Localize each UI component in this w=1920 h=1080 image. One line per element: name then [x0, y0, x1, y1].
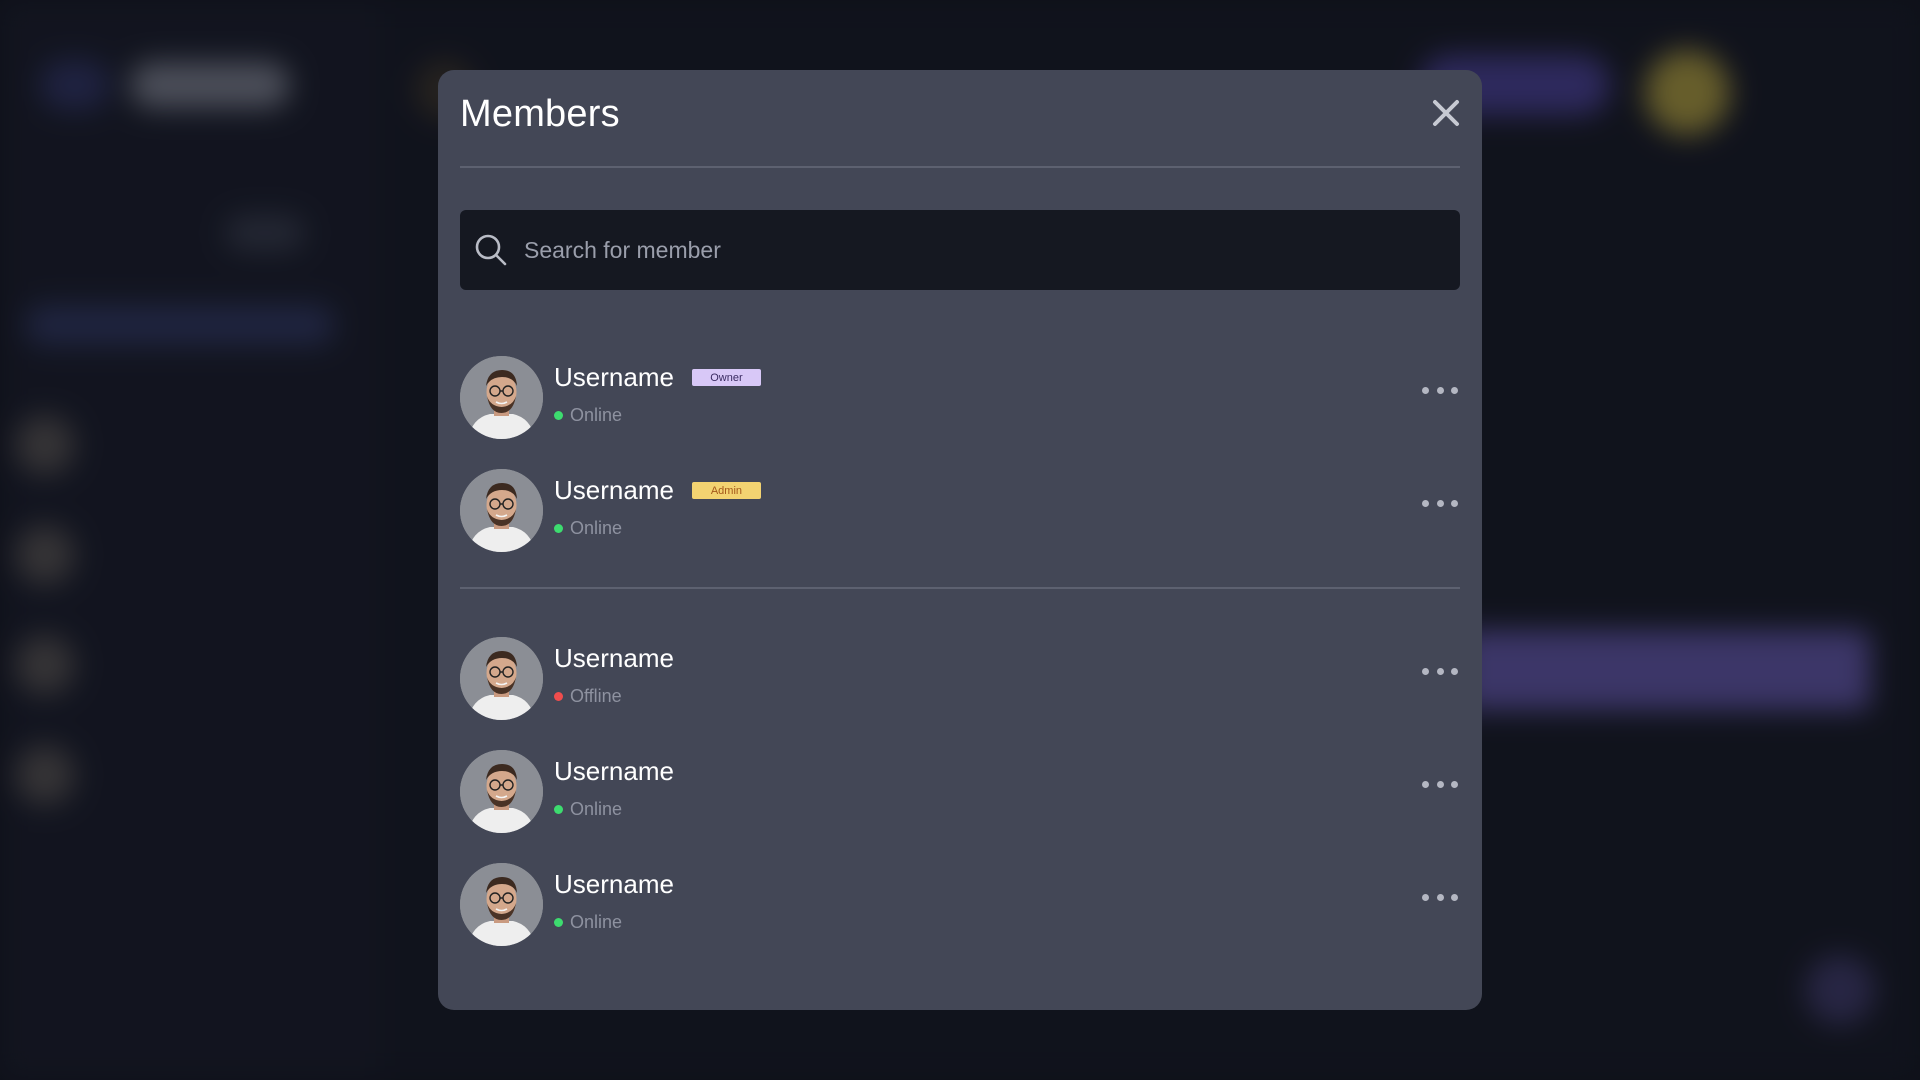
member-status-text: Offline — [570, 686, 622, 706]
more-dot-icon — [1422, 893, 1429, 901]
status-dot-icon — [554, 411, 563, 420]
member-info: Username Offline — [554, 643, 674, 707]
role-badge-owner: Owner — [691, 369, 761, 386]
member-name-row: Username — [554, 869, 674, 900]
member-avatar[interactable] — [460, 749, 543, 833]
more-dot-icon — [1436, 893, 1444, 901]
member-more-button[interactable] — [1422, 887, 1458, 907]
more-dot-icon — [1451, 667, 1458, 675]
member-status: Online — [554, 799, 674, 820]
status-dot-icon — [554, 918, 563, 927]
member-more-button[interactable] — [1422, 493, 1458, 513]
more-dot-icon — [1422, 499, 1429, 507]
member-info: Username Admin Online — [554, 475, 761, 539]
member-status: Online — [554, 912, 674, 933]
member-status: Online — [554, 405, 761, 426]
member-avatar[interactable] — [460, 468, 543, 552]
member-row[interactable]: Username Admin Online — [460, 468, 1460, 552]
member-info: Username Online — [554, 756, 674, 820]
member-more-button[interactable] — [1422, 380, 1458, 400]
member-search-box[interactable] — [460, 210, 1460, 290]
member-status-text: Online — [570, 912, 623, 932]
member-name: Username — [554, 362, 674, 392]
member-status: Online — [554, 518, 761, 539]
member-row[interactable]: Username Owner Online — [460, 355, 1460, 439]
member-status-text: Online — [570, 518, 623, 538]
status-dot-icon — [554, 692, 563, 701]
more-dot-icon — [1436, 780, 1444, 788]
member-row[interactable]: Username Online — [460, 749, 1460, 833]
more-dot-icon — [1451, 893, 1458, 901]
role-badge-admin: Admin — [691, 482, 761, 499]
member-name-row: Username Owner — [554, 362, 761, 393]
member-name: Username — [554, 756, 674, 786]
member-row[interactable]: Username Online — [460, 862, 1460, 946]
member-more-button[interactable] — [1422, 774, 1458, 794]
members-modal: Members Search for member Username Owner… — [438, 70, 1482, 1010]
modal-header: Members — [460, 70, 1460, 168]
more-dot-icon — [1451, 780, 1458, 788]
more-dot-icon — [1422, 386, 1429, 394]
more-dot-icon — [1436, 499, 1444, 507]
member-name-row: Username Admin — [554, 475, 761, 506]
member-status: Offline — [554, 686, 674, 707]
member-info: Username Online — [554, 869, 674, 933]
search-icon — [475, 234, 507, 266]
member-status-text: Online — [570, 799, 623, 819]
member-more-button[interactable] — [1422, 661, 1458, 681]
member-list: Username Offline Username Online Usernam… — [460, 636, 1460, 946]
more-dot-icon — [1451, 499, 1458, 507]
more-dot-icon — [1451, 386, 1458, 394]
member-name-row: Username — [554, 756, 674, 787]
status-dot-icon — [554, 524, 563, 533]
more-dot-icon — [1422, 667, 1429, 675]
member-name: Username — [554, 643, 674, 673]
member-name: Username — [554, 869, 674, 899]
member-avatar[interactable] — [460, 355, 543, 439]
staff-member-list: Username Owner Online Username Admin Onl… — [460, 355, 1460, 552]
close-button[interactable] — [1426, 93, 1466, 133]
more-dot-icon — [1422, 780, 1429, 788]
close-icon — [1433, 100, 1459, 126]
member-avatar[interactable] — [460, 636, 543, 720]
more-dot-icon — [1436, 667, 1444, 675]
modal-title: Members — [460, 92, 620, 135]
member-search-input[interactable] — [524, 210, 1460, 290]
member-avatar[interactable] — [460, 862, 543, 946]
member-row[interactable]: Username Offline — [460, 636, 1460, 720]
member-status-text: Online — [570, 405, 623, 425]
member-name: Username — [554, 475, 674, 505]
more-dot-icon — [1436, 386, 1444, 394]
member-info: Username Owner Online — [554, 362, 761, 426]
member-name-row: Username — [554, 643, 674, 674]
member-group-divider — [460, 587, 1460, 589]
status-dot-icon — [554, 805, 563, 814]
